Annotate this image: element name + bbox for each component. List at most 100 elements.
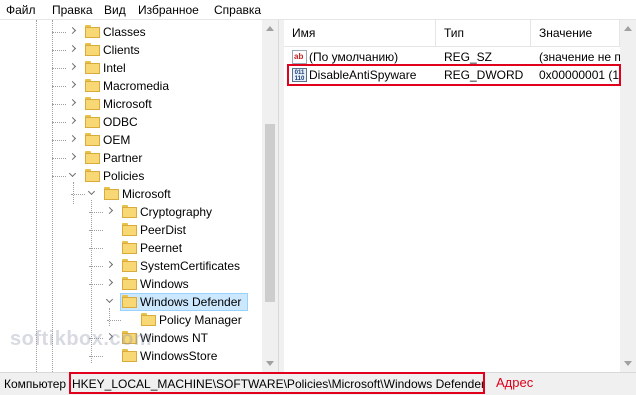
tree-node-label: ODBC	[103, 115, 138, 129]
tree-node-label: Clients	[103, 43, 140, 57]
registry-tree: Classes Clients Intel Macromedia Microsoft OD…	[0, 20, 278, 372]
tree-guide-line	[89, 248, 103, 249]
tree-guide-line	[89, 356, 103, 357]
tree-guide-line	[52, 86, 66, 87]
tree-guide-line	[52, 68, 66, 69]
highlight-box-path	[69, 372, 485, 394]
scroll-down-arrow-icon[interactable]	[266, 361, 274, 366]
value-name: (По умолчанию)	[309, 50, 399, 64]
watermark: softikbox.com	[10, 328, 153, 350]
menu-edit[interactable]: Правка	[52, 3, 93, 17]
tree-node[interactable]: PeerDist	[0, 221, 262, 239]
tree-guide-line	[107, 320, 121, 321]
menu-favorites[interactable]: Избранное	[138, 3, 199, 17]
tree-guide-line	[89, 212, 103, 213]
tree-node[interactable]: Microsoft	[0, 95, 262, 113]
expand-chevron-icon[interactable]	[68, 98, 78, 110]
tree-node[interactable]: Policies	[0, 167, 262, 185]
tree-node-label: PeerDist	[140, 223, 187, 237]
tree-node-label: SystemCertificates	[140, 259, 241, 273]
column-name-header[interactable]: Имя	[284, 20, 436, 46]
tree-node-label: Policies	[103, 169, 145, 183]
expand-chevron-icon[interactable]	[105, 206, 115, 218]
folder-icon	[85, 115, 100, 128]
tree-guide-line	[52, 104, 66, 105]
tree-guide-line	[52, 158, 66, 159]
folder-icon	[122, 295, 137, 308]
folder-icon	[122, 205, 137, 218]
scroll-down-arrow-icon[interactable]	[624, 361, 632, 366]
expand-chevron-icon[interactable]	[105, 260, 115, 272]
tree-node[interactable]: OEM	[0, 131, 262, 149]
tree-node-label: Windows Defender	[140, 295, 242, 309]
tree-scroll-thumb[interactable]	[265, 124, 275, 302]
expand-chevron-icon[interactable]	[68, 26, 78, 38]
expand-chevron-icon[interactable]	[68, 44, 78, 56]
folder-icon	[122, 277, 137, 290]
folder-icon	[85, 61, 100, 74]
tree-node[interactable]: Windows	[0, 275, 262, 293]
menu-help[interactable]: Справка	[214, 3, 261, 17]
tree-node[interactable]: Cryptography	[0, 203, 262, 221]
tree-node[interactable]: Macromedia	[0, 77, 262, 95]
scroll-up-arrow-icon[interactable]	[266, 26, 274, 31]
menu-view[interactable]: Вид	[104, 3, 126, 17]
address-label: Адрес	[496, 375, 534, 390]
tree-guide-line	[89, 266, 103, 267]
tree-guide-line	[52, 50, 66, 51]
tree-guide-line	[52, 32, 66, 33]
tree-node-label: OEM	[103, 133, 131, 147]
expand-chevron-icon[interactable]	[68, 152, 78, 164]
tree-node[interactable]: Classes	[0, 23, 262, 41]
expand-chevron-icon[interactable]	[68, 80, 78, 92]
tree-node[interactable]: Windows Defender	[0, 293, 262, 311]
column-type-header[interactable]: Тип	[436, 20, 531, 46]
tree-node[interactable]: Policy Manager	[0, 311, 262, 329]
tree-node[interactable]: Partner	[0, 149, 262, 167]
tree-node[interactable]: Peernet	[0, 239, 262, 257]
scroll-up-arrow-icon[interactable]	[624, 26, 632, 31]
folder-icon	[85, 169, 100, 182]
expand-chevron-icon[interactable]	[68, 116, 78, 128]
tree-guide-line	[52, 140, 66, 141]
collapse-chevron-icon[interactable]	[68, 170, 78, 182]
tree-guide-line	[89, 230, 103, 231]
tree-node[interactable]: SystemCertificates	[0, 257, 262, 275]
highlight-box-value	[287, 64, 621, 86]
expand-chevron-icon[interactable]	[68, 134, 78, 146]
folder-icon	[122, 259, 137, 272]
tree-node-label: Windows	[140, 277, 189, 291]
folder-icon	[85, 133, 100, 146]
tree-node[interactable]: Intel	[0, 59, 262, 77]
tree-node-label: Microsoft	[122, 187, 171, 201]
tree-node-label: Microsoft	[103, 97, 152, 111]
value-type: REG_SZ	[444, 50, 493, 64]
folder-icon	[85, 79, 100, 92]
folder-icon	[85, 25, 100, 38]
tree-node[interactable]: Clients	[0, 41, 262, 59]
tree-node-label: Classes	[103, 25, 146, 39]
collapse-chevron-icon[interactable]	[105, 296, 115, 308]
folder-icon	[85, 43, 100, 56]
collapse-chevron-icon[interactable]	[87, 188, 97, 200]
list-scrollbar[interactable]	[620, 20, 636, 372]
list-header: Имя Тип Значение	[284, 20, 636, 47]
tree-node-label: Macromedia	[103, 79, 170, 93]
folder-icon	[141, 313, 156, 326]
status-computer-label: Компьютер	[4, 377, 67, 391]
tree-node-label: Intel	[103, 61, 126, 75]
tree-node[interactable]: Microsoft	[0, 185, 262, 203]
folder-icon	[85, 97, 100, 110]
menu-file[interactable]: Файл	[6, 3, 36, 17]
tree-node[interactable]: ODBC	[0, 113, 262, 131]
tree-guide-line	[52, 176, 66, 177]
column-value-header[interactable]: Значение	[531, 20, 620, 46]
string-value-icon: ab	[292, 50, 307, 64]
tree-guide-line	[71, 194, 85, 195]
expand-chevron-icon[interactable]	[105, 278, 115, 290]
tree-node-label: Cryptography	[140, 205, 213, 219]
expand-chevron-icon[interactable]	[68, 62, 78, 74]
folder-icon	[85, 151, 100, 164]
tree-scrollbar[interactable]	[262, 20, 278, 372]
tree-guide-line	[52, 122, 66, 123]
